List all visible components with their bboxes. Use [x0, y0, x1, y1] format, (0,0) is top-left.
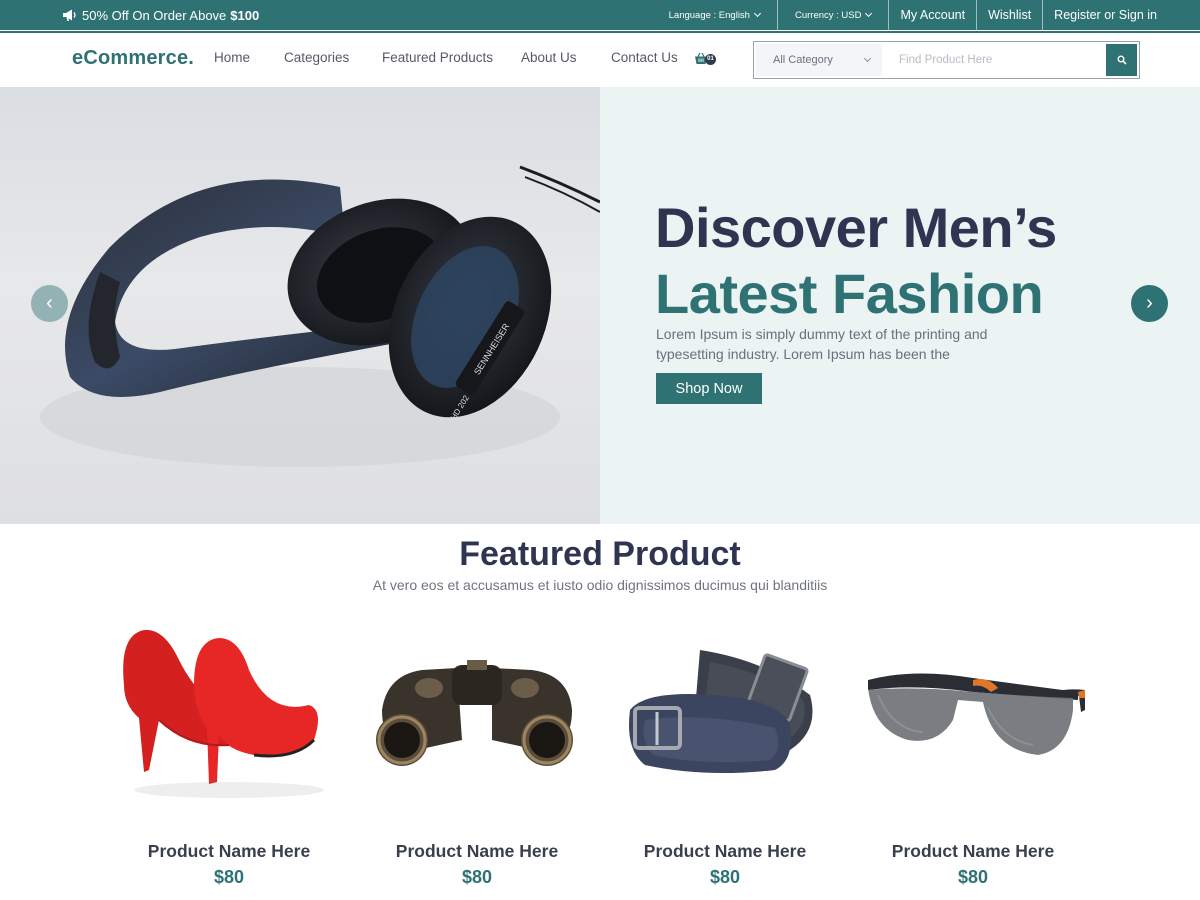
product-price: $80 — [709, 867, 741, 887]
nav-about-us[interactable]: About Us — [521, 50, 577, 65]
chevron-down-icon — [753, 9, 762, 18]
nav-featured-products[interactable]: Featured Products — [382, 50, 493, 65]
wishlist-link[interactable]: Wishlist — [976, 0, 1042, 30]
slider-prev-button[interactable]: ‹ — [31, 285, 68, 322]
site-logo[interactable]: eCommerce. — [72, 47, 194, 70]
main-header: eCommerce. Home Categories Featured Prod… — [0, 33, 1200, 87]
chevron-left-icon: ‹ — [46, 292, 53, 314]
product-price: $80 — [957, 867, 989, 887]
product-card[interactable]: Product Name Here $80 — [605, 600, 845, 900]
category-dropdown[interactable]: All Category — [756, 44, 882, 76]
product-image-belts — [629, 650, 813, 774]
product-image-sunglasses — [868, 673, 1085, 755]
featured-title: Featured Product — [459, 535, 741, 573]
hero-text-panel: Discover Men’s Latest Fashion Lorem Ipsu… — [600, 87, 1200, 524]
product-price: $80 — [213, 867, 245, 887]
product-image-binoculars — [376, 660, 573, 766]
search-icon — [1117, 55, 1127, 65]
cart-button[interactable]: 01 — [694, 51, 718, 67]
chevron-down-icon — [863, 54, 872, 63]
search-button[interactable] — [1106, 44, 1137, 76]
nav-home[interactable]: Home — [214, 50, 250, 65]
promo-amount: $100 — [230, 7, 260, 23]
promo-banner: 50% Off On Order Above $100 — [62, 0, 259, 30]
hero-image-headphones: SENNHEISER HD 202 — [0, 87, 600, 524]
promo-text: 50% Off On Order Above — [82, 7, 227, 23]
search-bar: All Category — [753, 41, 1140, 79]
featured-subtitle: At vero eos et accusamus et iusto odio d… — [372, 577, 828, 593]
my-account-link[interactable]: My Account — [888, 0, 976, 30]
nav-categories[interactable]: Categories — [284, 50, 349, 65]
hero-slider: SENNHEISER HD 202 Discover Men’s Latest … — [0, 87, 1200, 524]
product-name[interactable]: Product Name Here — [605, 841, 845, 862]
chevron-down-icon — [865, 9, 873, 18]
category-dropdown-label: All Category — [773, 54, 833, 66]
language-select[interactable]: Language : English — [652, 0, 777, 30]
hero-heading-line1: Discover Men’s — [655, 196, 1057, 259]
language-label: Language : English — [668, 9, 750, 21]
nav-contact-us[interactable]: Contact Us — [611, 50, 678, 65]
product-name[interactable]: Product Name Here — [357, 841, 597, 862]
product-name[interactable]: Product Name Here — [109, 841, 349, 862]
hero-heading-line2: Latest Fashion — [655, 262, 1044, 325]
product-card[interactable]: Product Name Here $80 — [109, 600, 349, 900]
product-price: $80 — [461, 867, 493, 887]
product-card[interactable]: Product Name Here $80 — [853, 600, 1093, 900]
register-signin-link[interactable]: Register or Sign in — [1042, 0, 1200, 30]
product-name[interactable]: Product Name Here — [853, 841, 1093, 862]
product-card[interactable]: Product Name Here $80 — [357, 600, 597, 900]
product-image-red-heels — [123, 629, 324, 798]
top-bar: 50% Off On Order Above $100 Language : E… — [0, 0, 1200, 33]
slider-next-button[interactable]: › — [1131, 285, 1168, 322]
currency-select[interactable]: Currency : USD — [776, 0, 889, 30]
chevron-right-icon: › — [1146, 292, 1153, 314]
cart-count-badge: 01 — [705, 54, 716, 65]
currency-label: Currency : USD — [794, 9, 862, 21]
megaphone-icon — [63, 9, 76, 21]
search-input[interactable] — [882, 44, 1106, 76]
shop-now-button[interactable]: Shop Now — [656, 373, 762, 404]
hero-description: Lorem Ipsum is simply dummy text of the … — [656, 326, 988, 362]
